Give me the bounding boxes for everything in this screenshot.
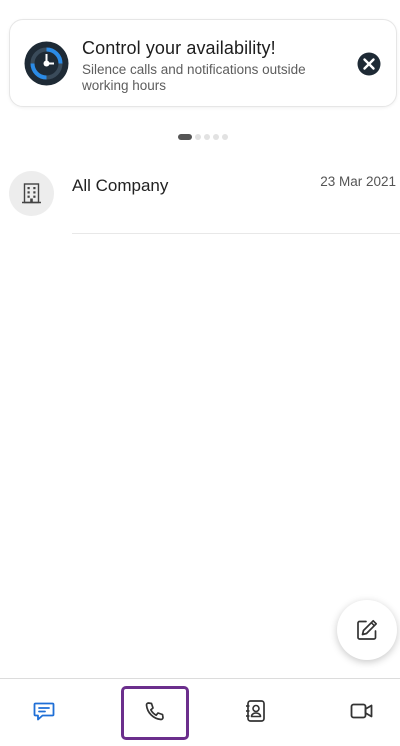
bottom-nav (0, 678, 400, 746)
close-icon[interactable] (357, 52, 381, 76)
chat-date: 23 Mar 2021 (320, 174, 396, 189)
pager-dot-active[interactable] (178, 134, 192, 140)
compose-icon (357, 619, 378, 640)
chat-icon (33, 702, 55, 721)
pager-dot[interactable] (213, 134, 219, 140)
nav-calls[interactable] (121, 686, 189, 740)
chat-list-item-all-company[interactable]: All Company 23 Mar 2021 (0, 160, 400, 235)
building-icon (22, 183, 41, 204)
compose-button[interactable] (337, 600, 397, 660)
banner-subtitle: Silence calls and notifications outside … (82, 62, 306, 93)
banner-pager (178, 134, 231, 140)
phone-icon (145, 702, 164, 721)
pager-dot[interactable] (195, 134, 201, 140)
banner-title: Control your availability! (82, 38, 276, 58)
availability-gauge-icon (24, 41, 69, 86)
availability-banner[interactable]: Control your availability! Silence calls… (9, 19, 397, 107)
pager-dot[interactable] (222, 134, 228, 140)
nav-video[interactable] (332, 689, 392, 733)
nav-chats[interactable] (14, 689, 74, 733)
nav-contacts[interactable] (226, 689, 286, 733)
divider (72, 233, 400, 234)
chat-name: All Company (72, 176, 169, 195)
video-icon (350, 703, 373, 719)
avatar (9, 171, 54, 216)
pager-dot[interactable] (204, 134, 210, 140)
contacts-icon (246, 700, 265, 722)
